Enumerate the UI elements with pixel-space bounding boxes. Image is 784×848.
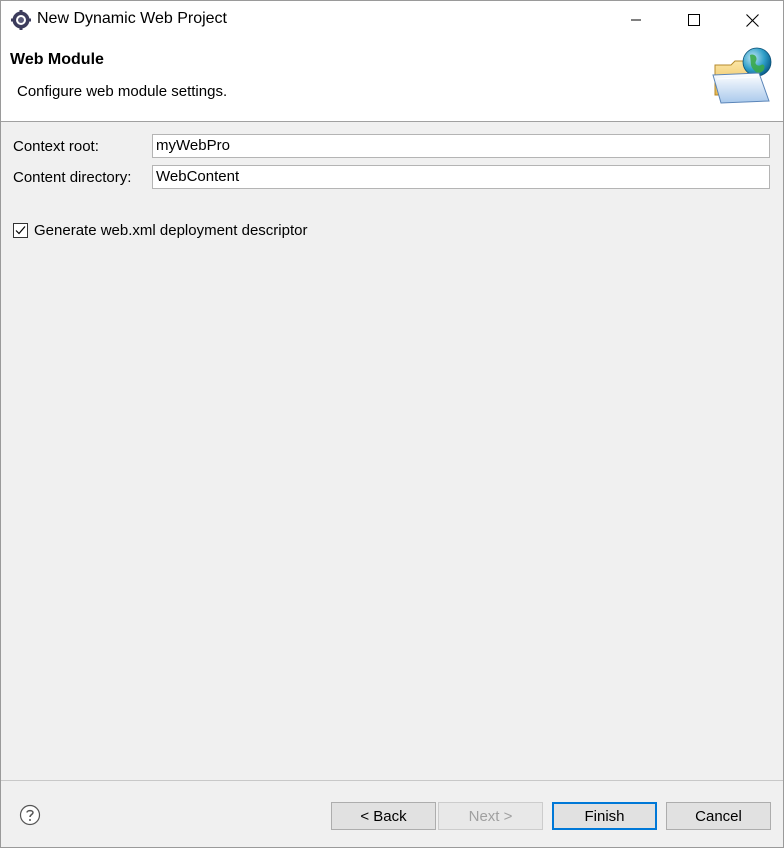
close-icon <box>745 13 759 27</box>
content-directory-input[interactable] <box>152 165 770 189</box>
folder-globe-icon <box>711 45 777 107</box>
content-directory-label: Content directory: <box>13 169 132 186</box>
maximize-button[interactable] <box>665 1 723 39</box>
generate-descriptor-label: Generate web.xml deployment descriptor <box>34 222 308 239</box>
page-title: Web Module <box>10 51 104 68</box>
back-button[interactable]: < Back <box>331 802 436 830</box>
generate-descriptor-option[interactable]: Generate web.xml deployment descriptor <box>13 222 307 239</box>
minimize-button[interactable] <box>607 1 665 39</box>
wizard-content: Context root: Content directory: Generat… <box>1 122 783 780</box>
page-description: Configure web module settings. <box>17 83 228 100</box>
help-icon[interactable] <box>19 804 41 826</box>
context-root-input[interactable] <box>152 134 770 158</box>
context-root-label: Context root: <box>13 138 99 155</box>
new-dynamic-web-project-dialog: New Dynamic Web Project Web Module Confi… <box>0 0 784 848</box>
title-bar[interactable]: New Dynamic Web Project <box>1 1 783 39</box>
minimize-icon <box>630 14 642 26</box>
wizard-banner: Web Module Configure web module settings… <box>1 39 783 122</box>
wizard-footer: < Back Next > Finish Cancel <box>1 780 783 847</box>
maximize-icon <box>688 14 700 26</box>
finish-button[interactable]: Finish <box>552 802 657 830</box>
cancel-button[interactable]: Cancel <box>666 802 771 830</box>
window-title: New Dynamic Web Project <box>37 10 227 27</box>
generate-descriptor-checkbox[interactable] <box>13 223 28 238</box>
checkmark-icon <box>15 226 26 235</box>
next-button[interactable]: Next > <box>438 802 543 830</box>
eclipse-gear-icon <box>11 10 31 30</box>
close-button[interactable] <box>723 1 781 39</box>
